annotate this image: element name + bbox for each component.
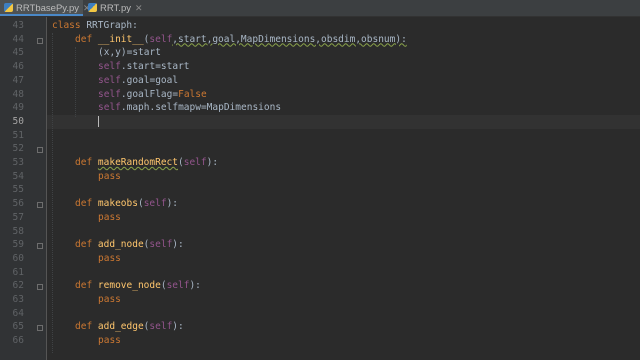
text-cursor [98,116,99,128]
line-number: 55 [12,184,24,196]
code-line-44: def __init__(self,start,goal,MapDimensio… [75,33,407,45]
indent-guide [52,33,53,353]
tab-label: RRTbasePy.py [16,3,80,14]
editor-tab-bar: RRTbasePy.py ✕ RRT.py ✕ [0,0,640,17]
code-line-47: self.goal=goal [98,74,179,86]
python-file-icon [4,3,13,12]
python-file-icon [88,3,97,12]
fold-marker-icon[interactable] [37,325,43,331]
current-line-highlight [47,114,640,129]
code-line-43: class RRTGraph: [52,20,138,31]
fold-marker-icon[interactable] [37,284,43,290]
code-editor[interactable]: class RRTGraph: def __init__(self,start,… [47,17,640,360]
code-line-49: self.maph.selfmapw=MapDimensions [98,102,282,114]
line-number: 52 [12,143,24,155]
line-number: 56 [12,198,24,210]
code-line-63: pass [98,294,121,305]
line-number: 63 [12,294,24,305]
code-line-54: pass [98,170,121,182]
code-line-65: def add_edge(self): [75,321,184,333]
line-number: 59 [12,239,24,251]
code-line-46: self.start=start [98,61,190,73]
code-line-59: def add_node(self): [75,239,184,251]
line-number: 64 [12,307,24,319]
code-line-62: def remove_node(self): [75,280,201,292]
line-number: 43 [12,20,24,31]
line-number: 61 [12,266,24,278]
line-number-current: 50 [12,115,24,127]
line-number: 65 [12,321,24,333]
line-number: 60 [12,252,24,264]
line-number: 51 [12,129,24,141]
line-number: 48 [12,88,24,100]
line-number: 53 [12,157,24,168]
line-number: 45 [12,47,24,59]
line-number-gutter: 43 44 45 46 47 48 49 50 51 52 53 54 55 5… [0,17,47,360]
line-number: 62 [12,280,24,292]
code-line-57: pass [98,211,121,223]
code-line-45: (x,y)=start [98,47,161,59]
line-number: 54 [12,170,24,182]
code-line-53: def makeRandomRect(self): [75,157,219,168]
line-number: 57 [12,211,24,223]
tab-rrtbasepy[interactable]: RRTbasePy.py ✕ [0,0,91,16]
line-number: 66 [12,335,24,347]
line-number: 46 [12,61,24,73]
line-number: 44 [12,33,24,45]
code-line-66: pass [98,335,121,347]
fold-marker-icon[interactable] [37,243,43,249]
tab-rrt[interactable]: RRT.py ✕ [84,0,144,16]
close-icon[interactable]: ✕ [135,3,143,13]
code-line-56: def makeobs(self): [75,198,179,210]
indent-guide [75,47,76,117]
line-number: 47 [12,74,24,86]
code-line-48: self.goalFlag=False [98,88,207,100]
line-number: 49 [12,102,24,114]
code-line-60: pass [98,252,121,264]
fold-marker-icon[interactable] [37,38,43,44]
tab-label: RRT.py [100,3,131,14]
fold-marker-icon[interactable] [37,202,43,208]
line-number: 58 [12,225,24,237]
fold-marker-icon[interactable] [37,147,43,153]
